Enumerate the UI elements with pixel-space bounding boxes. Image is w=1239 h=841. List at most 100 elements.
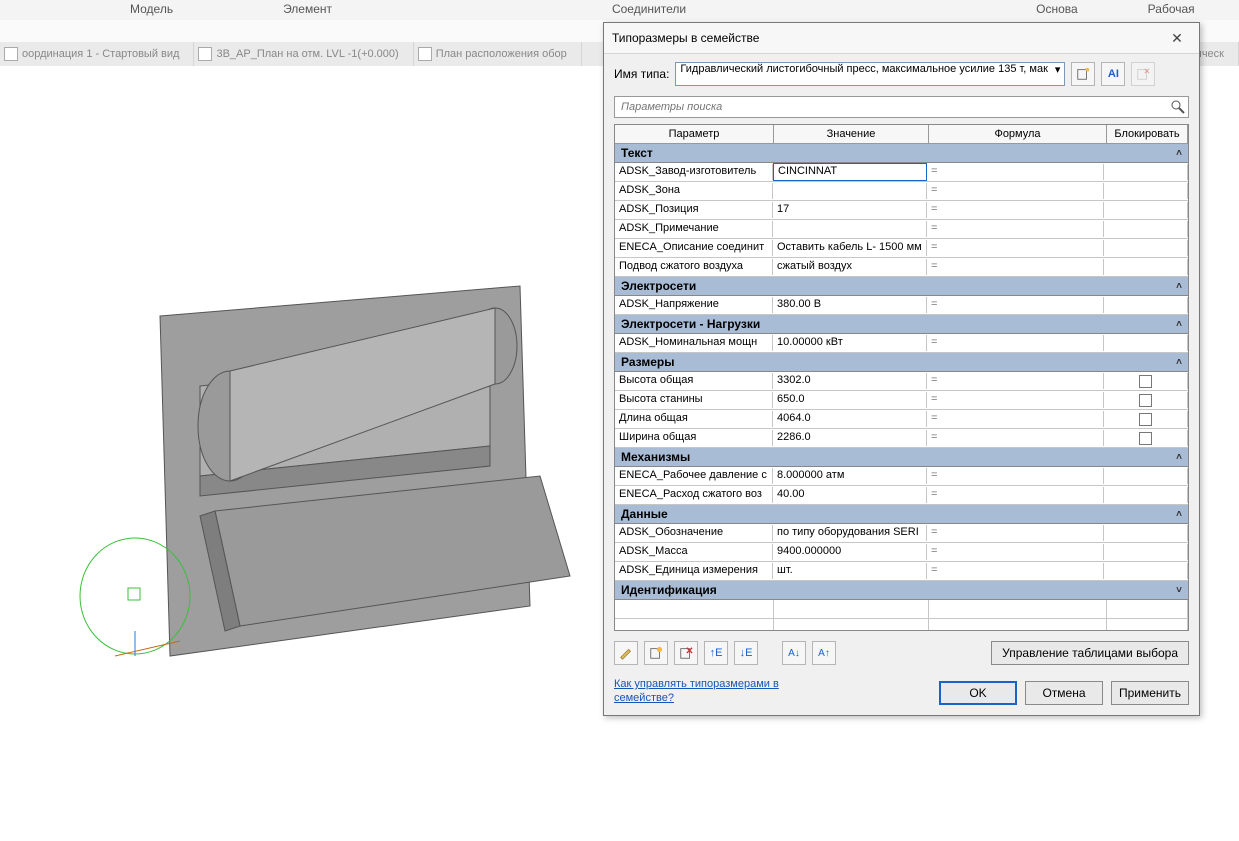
param-value[interactable]: 4064.0 xyxy=(773,411,927,427)
param-formula[interactable]: = xyxy=(927,259,1104,275)
apply-button[interactable]: Применить xyxy=(1111,681,1189,705)
param-value[interactable] xyxy=(773,183,927,199)
header-parameter[interactable]: Параметр xyxy=(615,125,774,143)
param-value[interactable]: 2286.0 xyxy=(773,430,927,446)
param-formula[interactable]: = xyxy=(927,221,1104,237)
param-value[interactable]: 380.00 В xyxy=(773,297,927,313)
parameter-row[interactable]: Подвод сжатого воздухасжатый воздух= xyxy=(615,258,1188,277)
param-lock[interactable] xyxy=(1104,563,1188,579)
param-value[interactable]: шт. xyxy=(773,563,927,579)
ribbon-tab-base[interactable]: Основа xyxy=(1016,0,1098,20)
rename-type-button[interactable]: AI xyxy=(1101,62,1125,86)
param-formula[interactable]: = xyxy=(927,373,1104,389)
param-value[interactable]: Оставить кабель L- 1500 мм xyxy=(773,240,927,256)
param-value[interactable]: 40.00 xyxy=(773,487,927,503)
parameter-row[interactable]: Ширина общая2286.0= xyxy=(615,429,1188,448)
param-value[interactable]: 650.0 xyxy=(773,392,927,408)
param-value[interactable]: сжатый воздух xyxy=(773,259,927,275)
param-value[interactable]: 10.00000 кВт xyxy=(773,335,927,351)
param-lock[interactable] xyxy=(1104,297,1188,313)
ribbon-tab-workplane[interactable]: Рабочая плоскость xyxy=(1128,0,1239,20)
param-formula[interactable]: = xyxy=(927,183,1104,199)
param-formula[interactable]: = xyxy=(927,240,1104,256)
parameter-row[interactable]: ADSK_Масса9400.000000= xyxy=(615,543,1188,562)
parameter-row[interactable]: ADSK_Обозначениепо типу оборудования SER… xyxy=(615,524,1188,543)
group-header[interactable]: Электросети - Нагрузки˄ xyxy=(615,315,1188,334)
parameter-row[interactable]: ADSK_Позиция17= xyxy=(615,201,1188,220)
delete-type-button[interactable] xyxy=(1131,62,1155,86)
parameter-row[interactable]: ENECA_Рабочее давление с8.000000 атм= xyxy=(615,467,1188,486)
param-formula[interactable]: = xyxy=(927,430,1104,446)
header-formula[interactable]: Формула xyxy=(929,125,1107,143)
sort-desc-button[interactable]: A↑ xyxy=(812,641,836,665)
param-formula[interactable]: = xyxy=(927,544,1104,560)
view-tab-1[interactable]: оординация 1 - Стартовый вид xyxy=(0,42,194,66)
view-tab-3[interactable]: План расположения обор xyxy=(414,42,582,66)
param-value[interactable] xyxy=(773,221,927,237)
search-icon[interactable] xyxy=(1170,99,1186,115)
header-lock[interactable]: Блокировать xyxy=(1107,125,1188,143)
dialog-titlebar[interactable]: Типоразмеры в семействе ✕ xyxy=(604,23,1199,54)
param-lock[interactable] xyxy=(1104,202,1188,218)
param-lock[interactable] xyxy=(1104,468,1188,484)
group-header[interactable]: Механизмы˄ xyxy=(615,448,1188,467)
group-header[interactable]: Идентификация˅ xyxy=(615,581,1188,600)
group-header[interactable]: Данные˄ xyxy=(615,505,1188,524)
param-formula[interactable]: = xyxy=(927,297,1104,313)
parameter-row[interactable]: ADSK_Единица измеренияшт.= xyxy=(615,562,1188,581)
param-lock[interactable] xyxy=(1104,487,1188,503)
move-up-button[interactable]: ↑E xyxy=(704,641,728,665)
param-lock[interactable] xyxy=(1104,525,1188,541)
param-lock[interactable] xyxy=(1104,164,1188,180)
param-lock[interactable] xyxy=(1104,411,1188,427)
param-formula[interactable]: = xyxy=(927,525,1104,541)
parameter-row[interactable]: Высота общая3302.0= xyxy=(615,372,1188,391)
parameter-row[interactable]: ADSK_Завод-изготовительCINCINNAT= xyxy=(615,163,1188,182)
ribbon-tab-connectors[interactable]: Соединители xyxy=(592,0,706,20)
param-lock[interactable] xyxy=(1104,240,1188,256)
parameter-row[interactable]: Длина общая4064.0= xyxy=(615,410,1188,429)
search-input[interactable] xyxy=(614,96,1189,118)
param-lock[interactable] xyxy=(1104,544,1188,560)
param-formula[interactable]: = xyxy=(927,487,1104,503)
cancel-button[interactable]: Отмена xyxy=(1025,681,1103,705)
sort-asc-button[interactable]: A↓ xyxy=(782,641,806,665)
param-formula[interactable]: = xyxy=(927,563,1104,579)
param-formula[interactable]: = xyxy=(927,335,1104,351)
ribbon-tab-control[interactable]: Элемент управления xyxy=(263,0,382,20)
param-lock[interactable] xyxy=(1104,430,1188,446)
param-lock[interactable] xyxy=(1104,392,1188,408)
new-type-button[interactable] xyxy=(1071,62,1095,86)
ribbon-tab-model[interactable]: Модель xyxy=(110,0,193,20)
param-lock[interactable] xyxy=(1104,335,1188,351)
parameter-row[interactable]: ENECA_Расход сжатого воз40.00= xyxy=(615,486,1188,505)
type-name-select[interactable]: Гидравлический листогибочный пресс, макс… xyxy=(675,62,1065,86)
param-value[interactable]: CINCINNAT xyxy=(773,163,927,181)
param-formula[interactable]: = xyxy=(927,164,1104,180)
param-lock[interactable] xyxy=(1104,373,1188,389)
param-formula[interactable]: = xyxy=(927,392,1104,408)
group-header[interactable]: Электросети˄ xyxy=(615,277,1188,296)
parameter-row[interactable]: ADSK_Напряжение380.00 В= xyxy=(615,296,1188,315)
param-formula[interactable]: = xyxy=(927,468,1104,484)
param-value[interactable]: 9400.000000 xyxy=(773,544,927,560)
parameter-row[interactable]: ENECA_Описание соединитОставить кабель L… xyxy=(615,239,1188,258)
param-lock[interactable] xyxy=(1104,259,1188,275)
parameter-row[interactable]: ADSK_Номинальная мощн10.00000 кВт= xyxy=(615,334,1188,353)
view-tab-2[interactable]: 3B_АР_План на отм. LVL -1(+0.000) xyxy=(194,42,413,66)
parameter-row[interactable]: Высота станины650.0= xyxy=(615,391,1188,410)
ok-button[interactable]: OK xyxy=(939,681,1017,705)
param-formula[interactable]: = xyxy=(927,202,1104,218)
edit-parameter-button[interactable] xyxy=(614,641,638,665)
group-header[interactable]: Текст˄ xyxy=(615,144,1188,163)
group-header[interactable]: Размеры˄ xyxy=(615,353,1188,372)
param-lock[interactable] xyxy=(1104,183,1188,199)
param-value[interactable]: по типу оборудования SERI xyxy=(773,525,927,541)
param-value[interactable]: 3302.0 xyxy=(773,373,927,389)
parameter-row[interactable]: ADSK_Примечание= xyxy=(615,220,1188,239)
param-lock[interactable] xyxy=(1104,221,1188,237)
parameter-row[interactable]: ADSK_Зона= xyxy=(615,182,1188,201)
new-parameter-button[interactable] xyxy=(644,641,668,665)
help-link[interactable]: Как управлять типоразмерами в семействе? xyxy=(614,677,814,705)
manage-lookup-tables-button[interactable]: Управление таблицами выбора xyxy=(991,641,1189,665)
